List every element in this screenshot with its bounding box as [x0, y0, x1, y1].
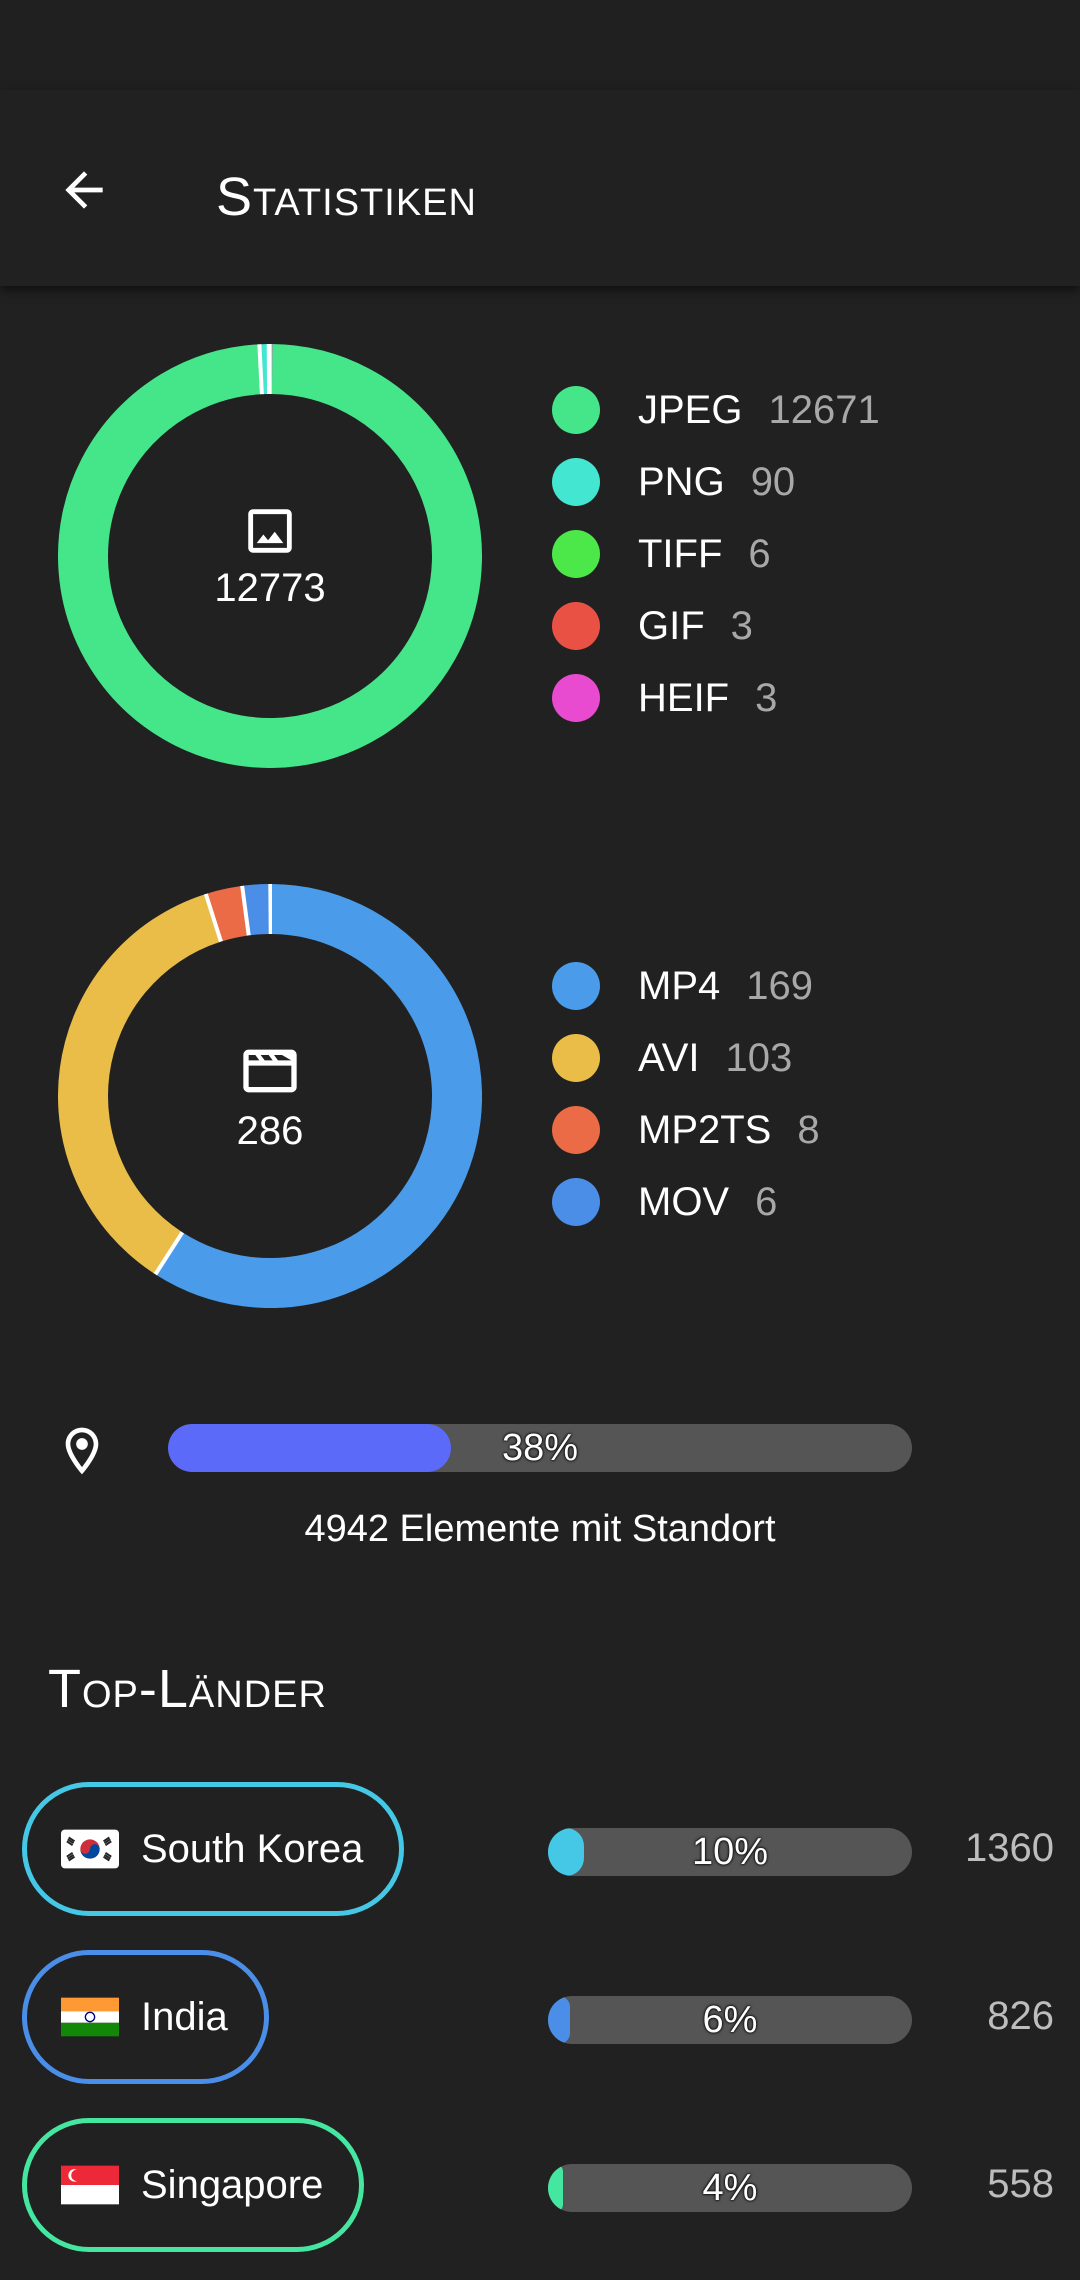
location-row[interactable]: 38% [0, 1408, 1080, 1488]
legend-item-heif[interactable]: HEIF 3 [552, 662, 880, 734]
country-count: 826 [987, 1994, 1054, 2038]
legend-item-tiff[interactable]: TIFF 6 [552, 518, 880, 590]
country-chip-singapore[interactable]: Singapore [22, 2118, 365, 2252]
legend-label: MP4 [638, 963, 721, 1008]
image-icon [248, 508, 292, 553]
legend-item-avi[interactable]: AVI 103 [552, 1022, 820, 1094]
country-progress-bar: 6% [548, 1996, 912, 2044]
legend-count: 12671 [768, 387, 880, 432]
location-percent: 38% [501, 1426, 579, 1469]
legend-dot [552, 458, 600, 506]
video-format-chart[interactable]: 286 [58, 884, 482, 1308]
legend-label: PNG [638, 459, 725, 504]
country-percent: 4% [702, 2166, 758, 2209]
video-donut-center: 286 [58, 884, 482, 1308]
legend-item-png[interactable]: PNG 90 [552, 446, 880, 518]
back-button[interactable] [44, 150, 124, 230]
country-count: 558 [987, 2162, 1054, 2206]
legend-dot [552, 386, 600, 434]
country-name: India [141, 1994, 228, 2039]
legend-dot [552, 962, 600, 1010]
legend-item-mov[interactable]: MOV 6 [552, 1166, 820, 1238]
image-format-chart[interactable]: 12773 [58, 343, 482, 768]
location-caption: 4942 Elemente mit Standort [304, 1508, 776, 1550]
flag-singapore-icon [61, 2165, 119, 2205]
image-format-legend: JPEG 12671 PNG 90 TIFF 6 GIF 3 HEIF 3 [552, 374, 880, 734]
legend-dot [552, 674, 600, 722]
top-countries-title: Top-Länder [48, 1659, 327, 1719]
legend-label: MOV [638, 1179, 730, 1224]
legend-count: 6 [755, 1179, 778, 1224]
legend-label: AVI [638, 1035, 700, 1080]
country-chip-india[interactable]: India [22, 1950, 269, 2084]
legend-label: GIF [638, 603, 705, 648]
legend-count: 103 [725, 1035, 793, 1080]
legend-label: JPEG [638, 387, 743, 432]
legend-item-jpeg[interactable]: JPEG 12671 [552, 374, 880, 446]
country-row: Singapore 4% 558 [0, 2118, 1080, 2260]
legend-dot [552, 602, 600, 650]
app-bar: Statistiken [0, 90, 1080, 286]
legend-count: 3 [755, 675, 778, 720]
page-title: Statistiken [216, 167, 477, 227]
legend-count: 8 [797, 1107, 820, 1152]
flag-india-icon [61, 1997, 119, 2037]
image-donut-center: 12773 [58, 344, 482, 768]
legend-count: 90 [750, 459, 796, 504]
country-chip-south-korea[interactable]: South Korea [22, 1782, 405, 1916]
legend-label: MP2TS [638, 1107, 772, 1152]
status-bar [0, 0, 1080, 90]
movie-icon [243, 1049, 297, 1092]
legend-count: 169 [746, 963, 813, 1008]
legend-count: 3 [730, 603, 753, 648]
country-count: 1360 [965, 1826, 1054, 1870]
arrow-back-icon [65, 171, 103, 209]
video-total-count: 286 [236, 1108, 304, 1153]
video-format-legend: MP4 169 AVI 103 MP2TS 8 MOV 6 [552, 950, 820, 1238]
legend-item-mp2ts[interactable]: MP2TS 8 [552, 1094, 820, 1166]
country-row: India 6% 826 [0, 1950, 1080, 2092]
country-percent: 10% [691, 1830, 769, 1873]
country-name: Singapore [141, 2162, 324, 2207]
image-total-count: 12773 [214, 565, 326, 610]
country-progress-bar: 10% [548, 1828, 912, 1876]
country-progress-bar: 4% [548, 2164, 912, 2212]
legend-dot [552, 1034, 600, 1082]
location-progress-bar: 38% [168, 1424, 912, 1472]
legend-dot [552, 530, 600, 578]
country-row: South Korea 10% 1360 [0, 1782, 1080, 1924]
legend-label: TIFF [638, 531, 723, 576]
legend-dot [552, 1106, 600, 1154]
legend-item-gif[interactable]: GIF 3 [552, 590, 880, 662]
legend-item-mp4[interactable]: MP4 169 [552, 950, 820, 1022]
country-name: South Korea [141, 1826, 364, 1871]
legend-count: 6 [748, 531, 771, 576]
country-percent: 6% [702, 1998, 758, 2041]
flag-south-korea-icon [61, 1829, 119, 1869]
legend-label: HEIF [638, 675, 730, 720]
legend-dot [552, 1178, 600, 1226]
location-pin-icon [65, 1427, 99, 1475]
